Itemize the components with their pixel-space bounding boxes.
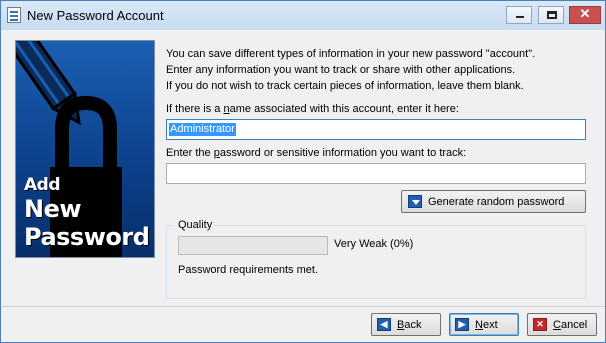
password-label-pre: Enter the (166, 147, 214, 159)
title-bar[interactable]: New Password Account ✕ (1, 1, 605, 30)
requirements-status-text: Password requirements met. (178, 264, 318, 276)
minimize-button[interactable] (506, 6, 532, 24)
next-button-label: Next (475, 319, 498, 331)
name-field-label: If there is a name associated with this … (166, 103, 459, 115)
minimize-icon (516, 16, 524, 18)
intro-line-1: You can save different types of informat… (166, 48, 536, 60)
name-label-post: ame associated with this account, enter … (229, 103, 459, 115)
name-input-value: Administrator (169, 123, 236, 136)
wizard-banner: Add New Password (15, 40, 155, 258)
next-label-rest: ext (482, 319, 498, 331)
quality-strength-text: Very Weak (0%) (334, 238, 414, 250)
cancel-button[interactable]: ✕ Cancel (527, 313, 597, 336)
cancel-label-rest: ancel (560, 319, 588, 331)
next-accesskey: N (475, 319, 483, 331)
close-button[interactable]: ✕ (569, 6, 601, 24)
cancel-accesskey: C (553, 319, 561, 331)
chevron-down-icon (408, 195, 422, 208)
password-input[interactable] (166, 163, 586, 184)
quality-legend: Quality (175, 219, 216, 231)
maximize-button[interactable] (538, 6, 564, 24)
password-field-label: Enter the password or sensitive informat… (166, 147, 466, 159)
name-label-pre: If there is a (166, 103, 224, 115)
close-icon: ✕ (579, 6, 591, 21)
banner-line-add: Add (24, 175, 61, 195)
cancel-x-icon: ✕ (533, 318, 547, 331)
app-icon (7, 7, 21, 23)
generate-password-button[interactable]: Generate random password (401, 190, 586, 213)
next-arrow-icon: ▶ (455, 318, 469, 331)
banner-line-new: New (24, 195, 82, 223)
dialog-window: New Password Account ✕ Add New Password … (0, 0, 606, 343)
back-label-rest: ack (404, 319, 422, 331)
back-arrow-icon: ◀ (377, 318, 391, 331)
maximize-icon (547, 11, 557, 19)
name-input[interactable]: Administrator (166, 119, 586, 140)
quality-progress-bar (178, 236, 328, 255)
intro-line-3: If you do not wish to track certain piec… (166, 80, 524, 92)
password-label-post: assword or sensitive information you wan… (219, 147, 467, 159)
footer-divider (1, 306, 605, 307)
banner-line-password: Password (24, 223, 150, 251)
cancel-button-label: Cancel (553, 319, 587, 331)
intro-text: You can save different types of informat… (166, 46, 535, 94)
generate-password-label: Generate random password (428, 196, 565, 208)
back-button[interactable]: ◀ Back (371, 313, 441, 336)
intro-line-2: Enter any information you want to track … (166, 64, 516, 76)
back-button-label: Back (397, 319, 421, 331)
next-button[interactable]: ▶ Next (449, 313, 519, 336)
window-title: New Password Account (27, 8, 164, 23)
